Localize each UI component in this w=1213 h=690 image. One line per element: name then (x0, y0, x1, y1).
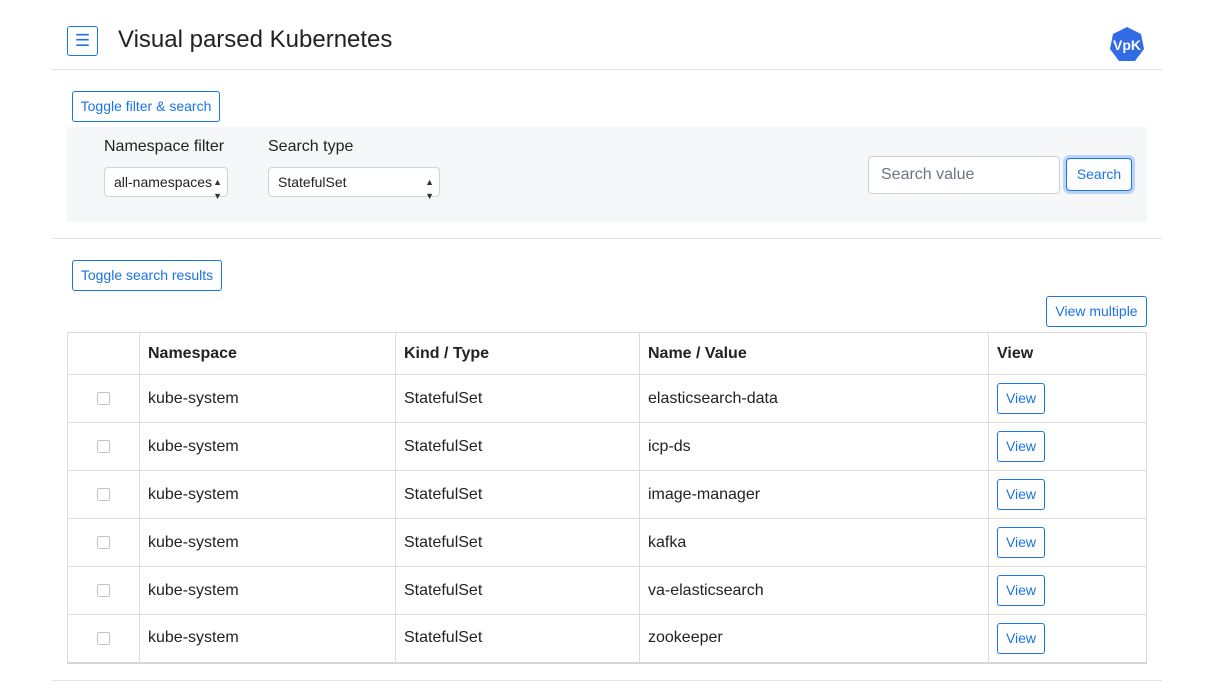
view-button[interactable]: View (997, 479, 1045, 510)
namespace-select-value: all-namespaces (114, 174, 213, 190)
cell-kind: StatefulSet (395, 374, 640, 423)
column-header-select (67, 332, 140, 375)
row-checkbox[interactable] (97, 631, 110, 645)
cell-namespace: kube-system (139, 374, 396, 423)
search-type-select[interactable]: StatefulSet ▲ ▼ (268, 167, 440, 201)
namespace-select[interactable]: all-namespaces ▲ ▼ (104, 167, 228, 201)
view-button[interactable]: View (997, 575, 1045, 606)
select-arrows-icon: ▲ ▼ (213, 177, 222, 201)
table-row: kube-system StatefulSet va-elasticsearch… (67, 566, 1147, 615)
row-checkbox[interactable] (97, 439, 110, 453)
cell-name: icp-ds (639, 422, 989, 471)
table-row: kube-system StatefulSet zookeeper View (67, 614, 1147, 663)
results-table: Namespace Kind / Type Name / Value View … (67, 332, 1147, 664)
toggle-filter-button[interactable]: Toggle filter & search (72, 91, 220, 122)
cell-kind: StatefulSet (395, 614, 640, 663)
vpk-logo: VpK (1108, 26, 1146, 64)
menu-button[interactable]: ☰ (67, 26, 98, 56)
hamburger-icon: ☰ (74, 31, 91, 50)
row-checkbox[interactable] (97, 391, 110, 405)
cell-namespace: kube-system (139, 470, 396, 519)
cell-name: image-manager (639, 470, 989, 519)
app-header: ☰ Visual parsed Kubernetes VpK (52, 0, 1162, 70)
view-button[interactable]: View (997, 527, 1045, 558)
cell-name: va-elasticsearch (639, 566, 989, 615)
namespace-filter-label: Namespace filter (104, 138, 225, 155)
footer-divider (52, 680, 1162, 681)
search-button[interactable]: Search (1066, 158, 1132, 191)
logo-text: VpK (1113, 37, 1141, 53)
cell-kind: StatefulSet (395, 470, 640, 519)
column-header-view: View (988, 332, 1147, 375)
column-header-name: Name / Value (639, 332, 989, 375)
cell-kind: StatefulSet (395, 422, 640, 471)
view-button[interactable]: View (997, 622, 1045, 654)
table-row: kube-system StatefulSet image-manager Vi… (67, 470, 1147, 519)
cell-name: zookeeper (639, 614, 989, 663)
table-row: kube-system StatefulSet kafka View (67, 518, 1147, 567)
view-button[interactable]: View (997, 431, 1045, 462)
section-divider (52, 238, 1162, 239)
row-checkbox[interactable] (97, 583, 110, 597)
table-header-row: Namespace Kind / Type Name / Value View (67, 332, 1147, 375)
search-type-select-value: StatefulSet (278, 174, 347, 190)
filter-panel: Namespace filter all-namespaces ▲ ▼ Searc… (67, 127, 1147, 222)
cell-kind: StatefulSet (395, 518, 640, 567)
cell-namespace: kube-system (139, 566, 396, 615)
cell-kind: StatefulSet (395, 566, 640, 615)
cell-namespace: kube-system (139, 518, 396, 567)
view-button[interactable]: View (997, 383, 1045, 414)
view-multiple-button[interactable]: View multiple (1046, 296, 1147, 327)
row-checkbox[interactable] (97, 487, 110, 501)
row-checkbox[interactable] (97, 535, 110, 549)
cell-name: elasticsearch-data (639, 374, 989, 423)
page-title: Visual parsed Kubernetes (118, 26, 393, 53)
table-row: kube-system StatefulSet icp-ds View (67, 422, 1147, 471)
table-row: kube-system StatefulSet elasticsearch-da… (67, 374, 1147, 423)
search-type-label: Search type (268, 138, 354, 155)
cell-name: kafka (639, 518, 989, 567)
column-header-namespace: Namespace (139, 332, 396, 375)
cell-namespace: kube-system (139, 614, 396, 663)
cell-namespace: kube-system (139, 422, 396, 471)
search-input[interactable] (868, 156, 1060, 194)
column-header-kind: Kind / Type (395, 332, 640, 375)
select-arrows-icon: ▲ ▼ (425, 177, 434, 201)
toggle-results-button[interactable]: Toggle search results (72, 260, 222, 291)
